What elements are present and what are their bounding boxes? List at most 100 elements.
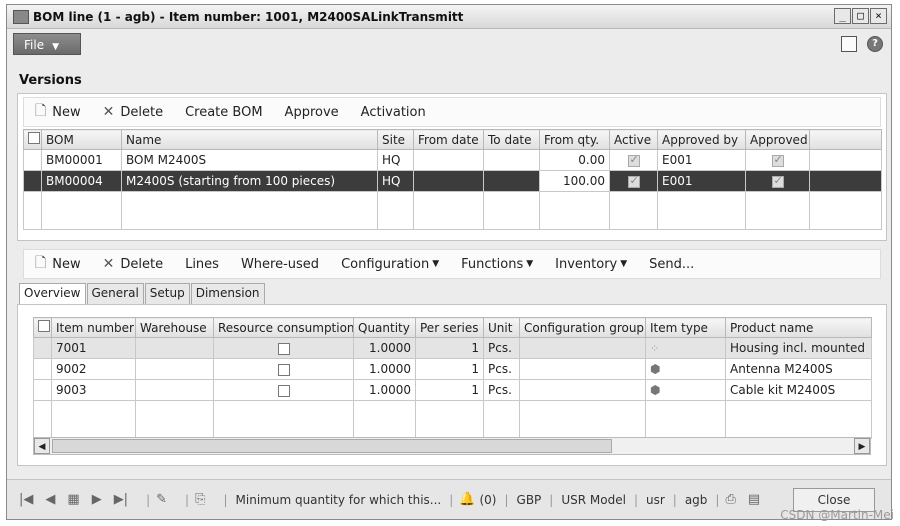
- col-header-resource-consumption[interactable]: Resource consumption: [213, 317, 354, 338]
- table-row[interactable]: 9002 1.0000 1 Pcs. ⬢ Antenna M2400S: [33, 358, 872, 380]
- company-indicator[interactable]: agb: [683, 493, 710, 507]
- col-header-site[interactable]: Site: [377, 129, 414, 150]
- lines-delete-button[interactable]: ✕ Delete: [92, 256, 174, 272]
- cell-name[interactable]: M2400S (starting from 100 pieces): [121, 170, 378, 192]
- cell-per-series[interactable]: 1: [415, 379, 484, 401]
- row-marker[interactable]: [23, 170, 42, 192]
- active-checkbox[interactable]: [627, 153, 640, 167]
- col-header-active[interactable]: Active: [609, 129, 658, 150]
- cell-active[interactable]: [609, 149, 658, 171]
- table-row[interactable]: 9003 1.0000 1 Pcs. ⬢ Cable kit M2400S: [33, 379, 872, 401]
- cell-quantity[interactable]: 1.0000: [353, 337, 416, 359]
- edit-pencil-icon[interactable]: ✎: [156, 492, 167, 507]
- col-header-per-series[interactable]: Per series: [415, 317, 484, 338]
- close-window-button[interactable]: ×: [870, 8, 887, 24]
- cell-from-date[interactable]: [413, 170, 484, 192]
- minimize-button[interactable]: _: [834, 8, 851, 24]
- last-record-icon[interactable]: ▶|: [114, 492, 128, 507]
- create-bom-button[interactable]: Create BOM: [174, 105, 273, 120]
- document-icon[interactable]: ▤: [748, 492, 760, 507]
- col-header-approved-by[interactable]: Approved by: [657, 129, 746, 150]
- col-header-item-type[interactable]: Item type: [645, 317, 726, 338]
- cell-bom[interactable]: BM00001: [41, 149, 122, 171]
- active-checkbox[interactable]: [627, 174, 640, 188]
- previous-record-icon[interactable]: ◀: [45, 492, 55, 507]
- row-marker[interactable]: [33, 337, 52, 359]
- col-header-unit[interactable]: Unit: [483, 317, 520, 338]
- cell-approved[interactable]: [745, 170, 810, 192]
- cell-per-series[interactable]: 1: [415, 337, 484, 359]
- layout-icon[interactable]: [841, 36, 857, 52]
- approved-checkbox[interactable]: [771, 174, 784, 188]
- printer-icon[interactable]: ⎙: [725, 492, 735, 507]
- col-header-item-number[interactable]: Item number: [51, 317, 136, 338]
- cell-approved[interactable]: [745, 149, 810, 171]
- col-header-bom[interactable]: BOM: [41, 129, 122, 150]
- cell-item-number[interactable]: 9003: [51, 379, 136, 401]
- scroll-thumb[interactable]: [52, 439, 612, 453]
- col-header-configuration-group[interactable]: Configuration group: [519, 317, 646, 338]
- cell-from-qty[interactable]: 0.00: [539, 149, 610, 171]
- where-used-button[interactable]: Where-used: [230, 257, 330, 272]
- select-all-checkbox[interactable]: [33, 317, 52, 338]
- select-all-checkbox[interactable]: [23, 129, 42, 150]
- versions-delete-button[interactable]: ✕ Delete: [92, 104, 174, 120]
- user-indicator[interactable]: usr: [644, 493, 667, 507]
- functions-menu[interactable]: Functions ▼: [450, 257, 544, 272]
- configuration-menu[interactable]: Configuration ▼: [330, 257, 450, 272]
- cell-warehouse[interactable]: [135, 337, 214, 359]
- resource-consumption-checkbox[interactable]: [277, 363, 290, 376]
- inventory-menu[interactable]: Inventory ▼: [544, 257, 638, 272]
- table-row[interactable]: BM00001 BOM M2400S HQ 0.00 E001: [23, 149, 882, 171]
- lines-button[interactable]: Lines: [174, 257, 230, 272]
- cell-to-date[interactable]: [483, 170, 540, 192]
- cell-site[interactable]: HQ: [377, 170, 414, 192]
- cell-unit[interactable]: Pcs.: [483, 379, 520, 401]
- cell-from-date[interactable]: [413, 149, 484, 171]
- next-record-icon[interactable]: ▶: [92, 492, 102, 507]
- cell-active[interactable]: [609, 170, 658, 192]
- cell-config-group[interactable]: [519, 358, 646, 380]
- cell-quantity[interactable]: 1.0000: [353, 358, 416, 380]
- help-icon[interactable]: ?: [867, 36, 883, 52]
- cell-unit[interactable]: Pcs.: [483, 337, 520, 359]
- col-header-warehouse[interactable]: Warehouse: [135, 317, 214, 338]
- col-header-product-name[interactable]: Product name: [725, 317, 872, 338]
- row-marker[interactable]: [33, 358, 52, 380]
- model-indicator[interactable]: USR Model: [559, 493, 628, 507]
- cell-site[interactable]: HQ: [377, 149, 414, 171]
- row-marker[interactable]: [23, 149, 42, 171]
- cell-approved-by[interactable]: E001: [657, 149, 746, 171]
- cell-to-date[interactable]: [483, 149, 540, 171]
- cell-resource-consumption[interactable]: [213, 358, 354, 380]
- tab-setup[interactable]: Setup: [144, 283, 190, 304]
- cell-name[interactable]: BOM M2400S: [121, 149, 378, 171]
- row-marker[interactable]: [33, 379, 52, 401]
- first-record-icon[interactable]: |◀: [19, 492, 33, 507]
- table-row-selected[interactable]: 7001 1.0000 1 Pcs. ⁘ Housing incl. mount…: [33, 337, 872, 359]
- cell-item-number[interactable]: 9002: [51, 358, 136, 380]
- cell-item-type[interactable]: ⬢: [645, 358, 726, 380]
- tab-dimension[interactable]: Dimension: [190, 283, 265, 304]
- send-button[interactable]: Send...: [638, 257, 705, 272]
- table-row-selected[interactable]: BM00004 M2400S (starting from 100 pieces…: [23, 170, 882, 192]
- cell-item-type[interactable]: ⬢: [645, 379, 726, 401]
- cell-product-name[interactable]: Housing incl. mounted: [725, 337, 872, 359]
- versions-new-button[interactable]: 🗋 New: [24, 100, 92, 124]
- cell-warehouse[interactable]: [135, 358, 214, 380]
- col-header-from-date[interactable]: From date: [413, 129, 484, 150]
- cell-resource-consumption[interactable]: [213, 337, 354, 359]
- tab-general[interactable]: General: [86, 283, 144, 304]
- cell-resource-consumption[interactable]: [213, 379, 354, 401]
- activation-button[interactable]: Activation: [350, 105, 437, 120]
- cell-warehouse[interactable]: [135, 379, 214, 401]
- cell-product-name[interactable]: Antenna M2400S: [725, 358, 872, 380]
- cell-item-number[interactable]: 7001: [51, 337, 136, 359]
- col-header-name[interactable]: Name: [121, 129, 378, 150]
- resource-consumption-checkbox[interactable]: [277, 342, 290, 355]
- cell-item-type[interactable]: ⁘: [645, 337, 726, 359]
- approve-button[interactable]: Approve: [274, 105, 350, 120]
- horizontal-scrollbar[interactable]: ◀ ▶: [33, 437, 871, 455]
- col-header-approved[interactable]: Approved: [745, 129, 810, 150]
- grid-view-icon[interactable]: ▦: [67, 492, 79, 507]
